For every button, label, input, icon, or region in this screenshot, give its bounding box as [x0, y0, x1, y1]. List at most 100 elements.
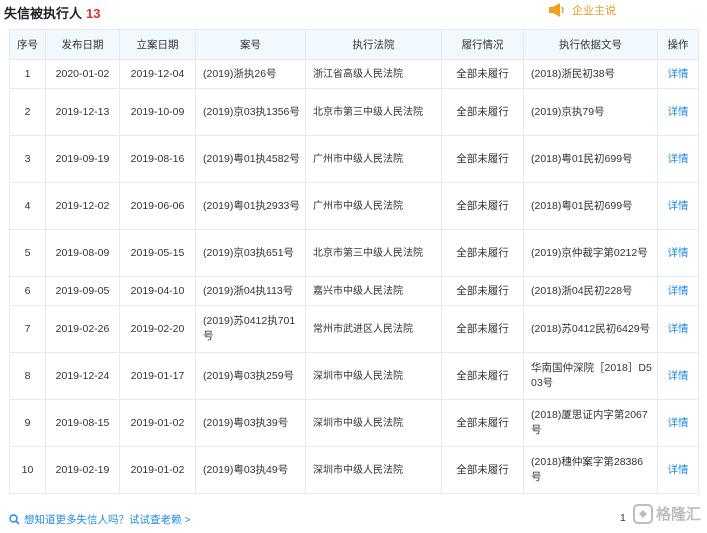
- row-number: 9: [9, 399, 46, 447]
- filing-date: 2019-12-04: [119, 59, 196, 89]
- filing-date: 2019-02-20: [119, 305, 196, 353]
- case-number: (2019)粤03执49号: [195, 446, 306, 494]
- row-number: 3: [9, 135, 46, 183]
- column-header: 操作: [657, 29, 699, 60]
- details-link[interactable]: 详情: [657, 276, 699, 306]
- case-number: (2019)粤01执4582号: [195, 135, 306, 183]
- column-header: 立案日期: [119, 29, 196, 60]
- executing-court: 北京市第三中级人民法院: [305, 88, 442, 136]
- record-count: 13: [86, 6, 101, 21]
- details-link[interactable]: 详情: [657, 59, 699, 89]
- column-header: 发布日期: [45, 29, 120, 60]
- details-link[interactable]: 详情: [657, 446, 699, 494]
- publish-date: 2019-12-13: [45, 88, 120, 136]
- table-row: 3 2019-09-19 2019-08-16 (2019)粤01执4582号 …: [9, 135, 699, 183]
- table-header-row: 序号 发布日期 立案日期 案号 执行法院 履行情况 执行依据文号 操作: [9, 29, 699, 60]
- executing-court: 北京市第三中级人民法院: [305, 229, 442, 277]
- filing-date: 2019-01-02: [119, 446, 196, 494]
- watermark-logo: 格隆汇: [633, 503, 701, 524]
- details-link[interactable]: 详情: [657, 182, 699, 230]
- details-link[interactable]: 详情: [657, 135, 699, 183]
- owner-statement-label: 企业主说: [572, 5, 616, 17]
- section-header: 失信被执行人 13 企业主说: [0, 0, 707, 26]
- case-number: (2019)浙执26号: [195, 59, 306, 89]
- table-row: 9 2019-08-15 2019-01-02 (2019)粤03执39号 深圳…: [9, 399, 699, 447]
- row-number: 6: [9, 276, 46, 306]
- basis-document-number: (2019)京执79号: [523, 88, 658, 136]
- filing-date: 2019-04-10: [119, 276, 196, 306]
- column-header: 执行法院: [305, 29, 442, 60]
- case-number: (2019)粤01执2933号: [195, 182, 306, 230]
- executing-court: 广州市中级人民法院: [305, 135, 442, 183]
- row-number: 8: [9, 352, 46, 400]
- executing-court: 嘉兴市中级人民法院: [305, 276, 442, 306]
- basis-document-number: 华南国仲深院［2018］D503号: [523, 352, 658, 400]
- table-row: 8 2019-12-24 2019-01-17 (2019)粤03执259号 深…: [9, 352, 699, 400]
- case-number: (2019)浙04执113号: [195, 276, 306, 306]
- row-number: 5: [9, 229, 46, 277]
- row-number: 7: [9, 305, 46, 353]
- filing-date: 2019-01-02: [119, 399, 196, 447]
- row-number: 1: [9, 59, 46, 89]
- publish-date: 2019-02-19: [45, 446, 120, 494]
- publish-date: 2019-09-19: [45, 135, 120, 183]
- basis-document-number: (2018)粤01民初699号: [523, 182, 658, 230]
- performance-status: 全部未履行: [441, 182, 524, 230]
- publish-date: 2019-09-05: [45, 276, 120, 306]
- executing-court: 深圳市中级人民法院: [305, 352, 442, 400]
- details-link[interactable]: 详情: [657, 352, 699, 400]
- basis-document-number: (2018)浙民初38号: [523, 59, 658, 89]
- query-more-dishonest-link[interactable]: 想知道更多失信人吗？试试查老赖 >: [9, 512, 191, 527]
- details-link[interactable]: 详情: [657, 229, 699, 277]
- basis-document-number: (2018)粤01民初699号: [523, 135, 658, 183]
- table-row: 2 2019-12-13 2019-10-09 (2019)京03执1356号 …: [9, 88, 699, 136]
- logo-icon: [633, 503, 653, 524]
- details-link[interactable]: 详情: [657, 305, 699, 353]
- column-header: 序号: [9, 29, 46, 60]
- publish-date: 2019-08-09: [45, 229, 120, 277]
- publish-date: 2019-12-02: [45, 182, 120, 230]
- table-row: 5 2019-08-09 2019-05-15 (2019)京03执651号 北…: [9, 229, 699, 277]
- basis-document-number: (2019)京仲裁字第0212号: [523, 229, 658, 277]
- filing-date: 2019-06-06: [119, 182, 196, 230]
- table-row: 10 2019-02-19 2019-01-02 (2019)粤03执49号 深…: [9, 446, 699, 494]
- speaker-icon: [549, 3, 564, 17]
- column-header: 履行情况: [441, 29, 524, 60]
- table-row: 7 2019-02-26 2019-02-20 (2019)苏0412执701号…: [9, 305, 699, 353]
- performance-status: 全部未履行: [441, 229, 524, 277]
- owner-statement-link[interactable]: 企业主说: [548, 2, 616, 18]
- watermark-text: 格隆汇: [656, 506, 702, 523]
- details-link[interactable]: 详情: [657, 399, 699, 447]
- performance-status: 全部未履行: [441, 399, 524, 447]
- row-number: 4: [9, 182, 46, 230]
- performance-status: 全部未履行: [441, 88, 524, 136]
- dishonest-executee-table: 序号 发布日期 立案日期 案号 执行法院 履行情况 执行依据文号 操作 1 20…: [9, 29, 699, 494]
- performance-status: 全部未履行: [441, 59, 524, 89]
- case-number: (2019)京03执651号: [195, 229, 306, 277]
- executing-court: 广州市中级人民法院: [305, 182, 442, 230]
- performance-status: 全部未履行: [441, 352, 524, 400]
- details-link[interactable]: 详情: [657, 88, 699, 136]
- search-icon: [9, 514, 20, 525]
- performance-status: 全部未履行: [441, 135, 524, 183]
- executing-court: 深圳市中级人民法院: [305, 446, 442, 494]
- filing-date: 2019-05-15: [119, 229, 196, 277]
- publish-date: 2020-01-02: [45, 59, 120, 89]
- query-more-dishonest-label: 想知道更多失信人吗？试试查老赖 >: [24, 514, 191, 526]
- row-number: 10: [9, 446, 46, 494]
- publish-date: 2019-02-26: [45, 305, 120, 353]
- filing-date: 2019-08-16: [119, 135, 196, 183]
- case-number: (2019)苏0412执701号: [195, 305, 306, 353]
- basis-document-number: (2018)苏0412民初6429号: [523, 305, 658, 353]
- filing-date: 2019-01-17: [119, 352, 196, 400]
- table-row: 1 2020-01-02 2019-12-04 (2019)浙执26号 浙江省高…: [9, 59, 699, 89]
- executing-court: 深圳市中级人民法院: [305, 399, 442, 447]
- column-header: 执行依据文号: [523, 29, 658, 60]
- pagination-page-1[interactable]: 1: [620, 512, 626, 524]
- executing-court: 浙江省高级人民法院: [305, 59, 442, 89]
- case-number: (2019)粤03执39号: [195, 399, 306, 447]
- case-number: (2019)粤03执259号: [195, 352, 306, 400]
- performance-status: 全部未履行: [441, 276, 524, 306]
- column-header: 案号: [195, 29, 306, 60]
- case-number: (2019)京03执1356号: [195, 88, 306, 136]
